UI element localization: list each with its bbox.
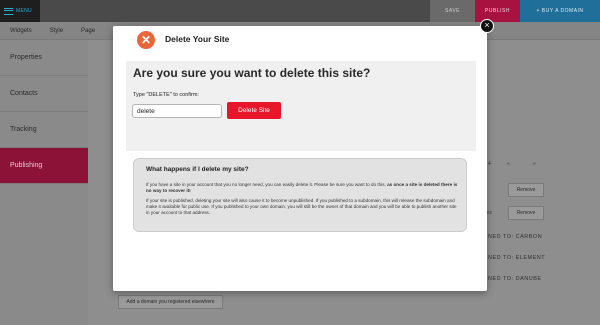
pager-next[interactable]: »	[533, 161, 536, 167]
bg-fragment: ec	[487, 210, 493, 216]
info-paragraph-1-text: If you have a site in your account that …	[146, 182, 388, 187]
settings-sidebar: Properties Contacts Tracking Publishing	[0, 40, 88, 325]
confirm-delete-input[interactable]	[132, 104, 222, 118]
subnav-style[interactable]: Style	[50, 28, 63, 34]
hamburger-icon	[4, 7, 13, 15]
close-icon[interactable]: ×	[480, 19, 494, 33]
info-paragraph-2: If your site is published, deleting your…	[146, 198, 457, 215]
buy-domain-button[interactable]: + BUY A DOMAIN	[520, 0, 600, 22]
info-title: What happens if I delete my site?	[146, 166, 249, 173]
sidebar-item-tracking[interactable]: Tracking	[0, 112, 88, 148]
domain-row-danube: NED TO: DANUBE	[488, 276, 542, 282]
remove-button-1[interactable]: Remove	[508, 183, 544, 197]
delete-site-dialog: ✕ Delete Your Site Are you sure you want…	[113, 26, 487, 291]
confirm-label: Type "DELETE" to confirm:	[133, 92, 199, 98]
confirm-panel: Are you sure you want to delete this sit…	[126, 61, 476, 151]
subnav-widgets[interactable]: Widgets	[10, 28, 32, 34]
pager-number[interactable]: 4	[488, 161, 491, 167]
confirm-question: Are you sure you want to delete this sit…	[133, 66, 371, 80]
save-button[interactable]: SAVE	[430, 0, 475, 22]
sidebar-item-publishing[interactable]: Publishing	[0, 148, 88, 184]
remove-button-2[interactable]: Remove	[508, 206, 544, 220]
info-box: What happens if I delete my site? If you…	[133, 158, 467, 232]
sidebar-item-properties[interactable]: Properties	[0, 40, 88, 76]
info-paragraph-1: If you have a site in your account that …	[146, 182, 458, 194]
x-circle-icon: ✕	[137, 31, 155, 49]
domain-row-carbon: NED TO: CARBON	[488, 234, 543, 240]
top-bar: MENU SAVE PUBLISH + BUY A DOMAIN	[0, 0, 600, 22]
publish-button[interactable]: PUBLISH	[475, 0, 520, 22]
pager-prev[interactable]: «	[507, 161, 510, 167]
dialog-title: Delete Your Site	[165, 34, 230, 44]
dialog-header: ✕ Delete Your Site	[113, 26, 487, 54]
domain-row-element: NED TO: ELEMENT	[488, 255, 546, 261]
subnav-page[interactable]: Page	[81, 28, 95, 34]
menu-label: MENU	[16, 8, 32, 14]
sidebar-item-contacts[interactable]: Contacts	[0, 76, 88, 112]
menu-button[interactable]: MENU	[0, 0, 40, 22]
add-domain-button[interactable]: Add a domain you registered elsewhere	[118, 295, 223, 309]
delete-site-button[interactable]: Delete Site	[227, 102, 281, 119]
